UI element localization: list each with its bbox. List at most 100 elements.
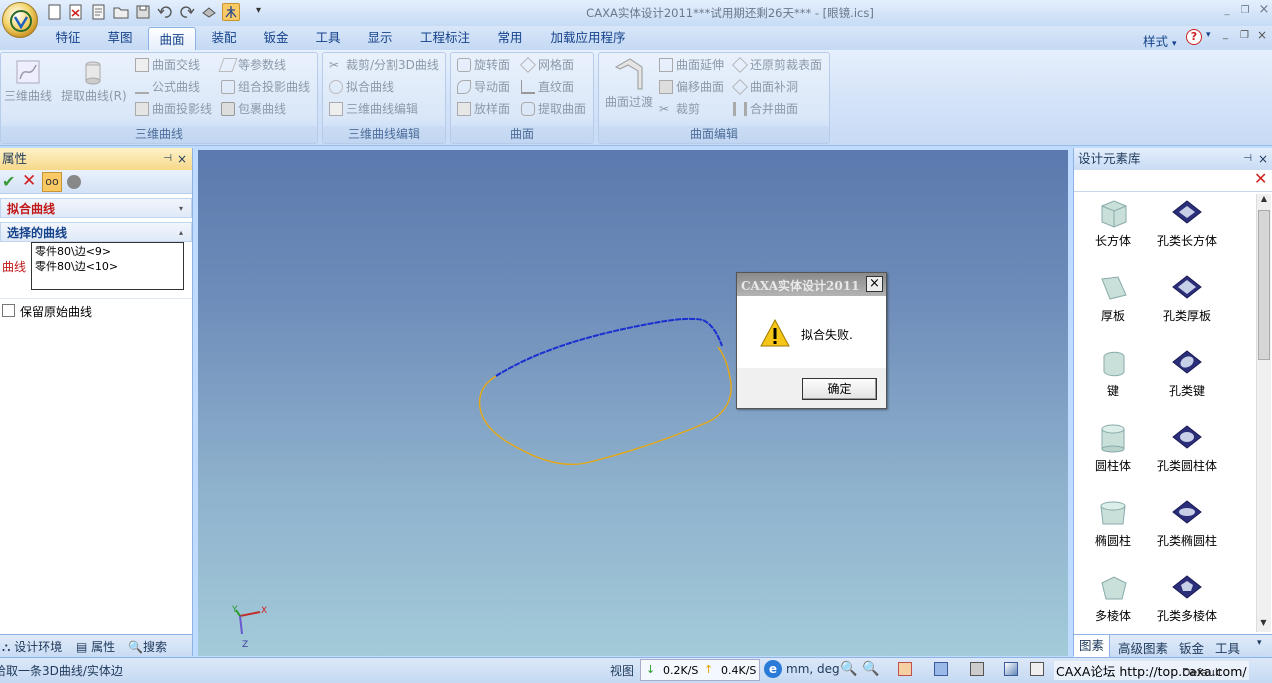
curve-list-item[interactable]: 零件80\边<10>	[35, 259, 180, 274]
section-selected-curves[interactable]: 选择的曲线 ▴	[0, 222, 192, 242]
3d-viewport[interactable]: X Y Z	[198, 150, 1068, 656]
library-scrollbar[interactable]: ▲ ▼	[1256, 194, 1271, 632]
restore-button[interactable]: ❐	[1237, 5, 1253, 19]
help-dropdown-icon[interactable]: ▾	[1206, 30, 1211, 40]
library-item-hole-polygon-prism[interactable]: 孔类多棱体	[1152, 573, 1222, 624]
scroll-up-icon[interactable]: ▲	[1257, 194, 1271, 208]
keep-original-checkbox[interactable]	[2, 304, 15, 317]
style-menu[interactable]: 样式 ▾	[1143, 31, 1177, 50]
fit-curve-button[interactable]: 拟合曲线	[329, 77, 394, 97]
sweep-surface-button[interactable]: 导动面	[457, 77, 510, 97]
lighting-icon[interactable]	[1004, 662, 1018, 676]
library-item-thick-plate[interactable]: 厚板	[1078, 273, 1148, 324]
minimize-button[interactable]: _	[1219, 5, 1235, 19]
formula-curve-button[interactable]: 公式曲线	[135, 77, 200, 97]
open-folder-icon[interactable]	[112, 3, 130, 21]
tab-common[interactable]: 常用	[492, 26, 528, 50]
dialog-close-button[interactable]: ×	[866, 276, 883, 292]
apply-check-icon[interactable]: ✔	[2, 172, 15, 191]
camera-icon[interactable]	[970, 662, 984, 676]
tab-surface[interactable]: 曲面	[148, 27, 196, 51]
section-fit-curve[interactable]: 拟合曲线 ▾	[0, 198, 192, 218]
extract-curve-button[interactable]: 提取曲线(R)	[61, 59, 127, 104]
help-icon[interactable]: ?	[1186, 29, 1202, 45]
render-mode-icon[interactable]	[934, 662, 948, 676]
library-item-hole-box[interactable]: 孔类长方体	[1152, 198, 1222, 249]
library-item-polygon-prism[interactable]: 多棱体	[1078, 573, 1148, 624]
ribbon-minimize-icon[interactable]: _	[1223, 29, 1228, 40]
trim-surface-button[interactable]: ✂ 裁剪	[659, 99, 700, 119]
library-item-hole-cylinder[interactable]: 孔类圆柱体	[1152, 423, 1222, 474]
disk-icon[interactable]	[134, 3, 152, 21]
cancel-x-icon[interactable]: ✕	[22, 171, 36, 191]
ribbon-restore-icon[interactable]: ❐	[1240, 30, 1249, 41]
close-button[interactable]: ×	[1256, 2, 1272, 17]
tab-sketch[interactable]: 草图	[102, 26, 138, 50]
tab-design-env[interactable]: ⛬ 设计环境	[2, 638, 62, 655]
preview-glasses-icon[interactable]: oo	[42, 172, 62, 192]
default-scheme[interactable]: Default	[1182, 666, 1222, 679]
app-menu-button[interactable]	[2, 2, 38, 38]
lib-tab-tools[interactable]: 工具	[1215, 638, 1240, 657]
tab-assembly[interactable]: 装配	[206, 26, 242, 50]
library-item-box[interactable]: 长方体	[1078, 198, 1148, 249]
lib-tab-advanced[interactable]: 高级图素	[1118, 638, 1168, 657]
lib-tab-menu-icon[interactable]: ▾	[1257, 638, 1262, 648]
zoom-window-icon[interactable]: 🔍	[862, 661, 879, 677]
undo-icon[interactable]	[156, 3, 174, 21]
scroll-down-icon[interactable]: ▼	[1257, 618, 1270, 632]
expand-icon[interactable]: ▴	[179, 223, 183, 243]
tab-search[interactable]: 🔍搜索	[128, 638, 167, 655]
browser-icon[interactable]: e	[764, 660, 782, 678]
tab-sheetmetal[interactable]: 钣金	[258, 26, 294, 50]
ruled-surface-button[interactable]: 直纹面	[521, 77, 574, 97]
revolve-surface-button[interactable]: 旋转面	[457, 55, 510, 75]
ok-button[interactable]: 确定	[802, 378, 877, 400]
tab-display[interactable]: 显示	[362, 26, 398, 50]
lib-tab-sheetmetal[interactable]: 钣金	[1179, 638, 1204, 657]
isoparametric-button[interactable]: 等参数线	[218, 55, 286, 75]
library-item-hole-elliptic-cylinder[interactable]: 孔类椭圆柱	[1152, 498, 1222, 549]
print-icon[interactable]	[200, 3, 218, 21]
library-item-elliptic-cylinder[interactable]: 椭圆柱	[1078, 498, 1148, 549]
curve-list-item[interactable]: 零件80\边<9>	[35, 244, 180, 259]
zoom-icon[interactable]: 🔍	[840, 661, 857, 677]
fill-hole-button[interactable]: 曲面补洞	[732, 77, 798, 97]
collapse-icon[interactable]: ▾	[179, 199, 183, 219]
offset-surface-button[interactable]: 偏移曲面	[659, 77, 724, 97]
redo-icon[interactable]	[178, 3, 196, 21]
surface-projection-button[interactable]: 曲面投影线	[135, 99, 212, 119]
ribbon-close-icon[interactable]: ×	[1257, 28, 1267, 42]
curve-list[interactable]: 零件80\边<9> 零件80\边<10>	[31, 242, 184, 290]
box-display-icon[interactable]	[1030, 662, 1044, 676]
mesh-surface-button[interactable]: 网格面	[520, 55, 574, 75]
tab-feature[interactable]: 特征	[50, 26, 86, 50]
3d-curve-edit-button[interactable]: 三维曲线编辑	[329, 99, 418, 119]
tab-properties[interactable]: ▤ 属性	[76, 638, 115, 655]
trim-split-3d-curve-button[interactable]: ✂ 裁剪/分割3D曲线	[329, 55, 439, 75]
tool-active-icon[interactable]	[222, 3, 240, 21]
wrap-curve-button[interactable]: 包裹曲线	[221, 99, 286, 119]
qat-customize-icon[interactable]: ▾	[256, 5, 261, 16]
library-item-hole-key[interactable]: 孔类键	[1152, 348, 1222, 399]
tab-load-apps[interactable]: 加载应用程序	[546, 26, 630, 50]
library-item-key[interactable]: 键	[1078, 348, 1148, 399]
extract-surface-button[interactable]: 提取曲面	[521, 99, 586, 119]
3d-curve-button[interactable]: 三维曲线	[3, 59, 53, 104]
view-orient-icon[interactable]	[898, 662, 912, 676]
lib-tab-primitives[interactable]: 图素	[1074, 635, 1111, 657]
loft-surface-button[interactable]: 放样面	[457, 99, 510, 119]
selected-curve[interactable]	[495, 317, 723, 377]
combined-projection-button[interactable]: 组合投影曲线	[221, 77, 310, 97]
library-close-icon[interactable]: ×	[1258, 148, 1268, 170]
tab-engineering-annotation[interactable]: 工程标注	[414, 26, 476, 50]
scroll-thumb[interactable]	[1258, 210, 1270, 360]
surface-fillet-button[interactable]: 曲面过渡	[601, 57, 657, 110]
pin-icon[interactable]: ⊣	[163, 148, 172, 170]
merge-surface-button[interactable]: 合并曲面	[733, 99, 798, 119]
new-doc-icon[interactable]	[46, 3, 64, 21]
library-remove-icon[interactable]: ✕	[1254, 171, 1270, 187]
library-item-hole-plate[interactable]: 孔类厚板	[1152, 273, 1222, 324]
tab-tools[interactable]: 工具	[310, 26, 346, 50]
save-icon[interactable]	[90, 3, 108, 21]
